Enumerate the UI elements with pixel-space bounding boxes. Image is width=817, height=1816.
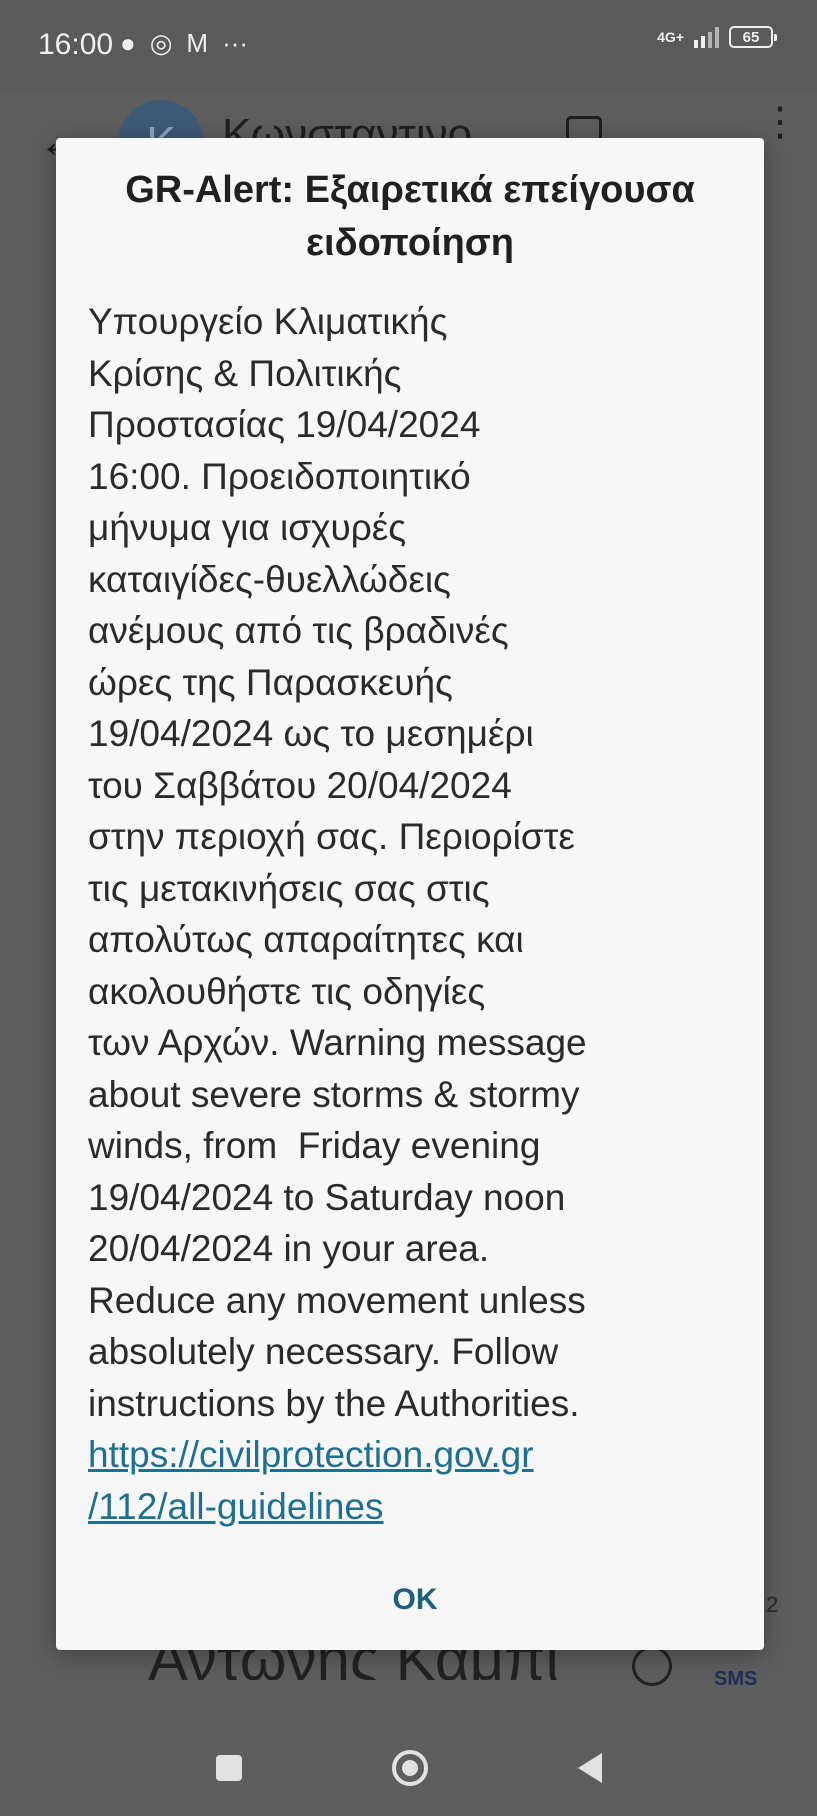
message-line: ανέμους από τις βραδινές xyxy=(88,610,509,651)
message-line: 19/04/2024 ως το μεσημέρι xyxy=(88,713,534,754)
notification-icons: ● ◎ M ··· xyxy=(120,26,248,60)
alert-message-body: Υπουργείο Κλιματικής Κρίσης & Πολιτικής … xyxy=(88,296,748,1532)
message-line: στην περιοχή σας. Περιορίστε xyxy=(88,816,575,857)
message-line: instructions by the Authorities. xyxy=(88,1382,580,1424)
recents-icon[interactable] xyxy=(215,1755,242,1781)
more-notifications-icon: ··· xyxy=(222,28,249,58)
message-line: Υπουργείο Κλιματικής xyxy=(88,301,448,342)
message-line: Προστασίας 19/04/2024 xyxy=(88,404,481,445)
message-line: ακολουθήστε τις οδηγίες xyxy=(88,970,486,1012)
message-line: absolutely necessary. Follow xyxy=(88,1331,559,1372)
message-line: Reduce any movement unless xyxy=(88,1279,586,1321)
message-line: 19/04/2024 to Saturday noon xyxy=(88,1176,566,1218)
message-line: μήνυμα για ισχυρές xyxy=(88,507,407,548)
battery-icon: 65 xyxy=(729,26,777,48)
ok-button[interactable]: OK xyxy=(370,1570,460,1630)
guidelines-link[interactable]: https://civilprotection.gov.gr /112/all-… xyxy=(88,1434,534,1527)
message-line: των Αρχών. Warning message xyxy=(88,1022,587,1063)
message-line: του Σαββάτου 20/04/2024 xyxy=(88,764,512,806)
chat-bubble-icon: ● xyxy=(120,28,136,58)
emoji-icon[interactable] xyxy=(632,1646,672,1686)
link-line[interactable]: /112/all-guidelines xyxy=(88,1486,384,1527)
message-line: απολύτως απαραίτητες και xyxy=(88,919,524,960)
status-indicators: 4G+ 65 xyxy=(657,26,777,48)
dialog-title: GR-Alert: Εξαιρετικά επείγουσα ειδοποίησ… xyxy=(125,169,695,264)
status-time: 16:00 xyxy=(38,28,114,61)
send-sms-button[interactable]: SMS xyxy=(714,1668,757,1691)
more-options-icon[interactable]: ⋮ xyxy=(760,102,800,142)
link-line[interactable]: https://civilprotection.gov.gr xyxy=(88,1434,534,1475)
message-line: ώρες της Παρασκευής xyxy=(88,661,453,703)
whatsapp-icon: ◎ xyxy=(149,28,173,58)
message-count: 2 xyxy=(766,1592,779,1617)
message-line: τις μετακινήσεις σας στις xyxy=(88,867,490,909)
battery-level: 65 xyxy=(742,28,760,46)
message-composer: 2 Αντώνης Καμπι SMS xyxy=(0,1592,817,1720)
message-line: Κρίσης & Πολιτικής xyxy=(88,352,402,394)
navigation-bar xyxy=(0,1720,817,1816)
back-triangle-icon[interactable] xyxy=(577,1753,602,1783)
signal-icon xyxy=(694,26,719,48)
message-line: καταιγίδες-θυελλώδεις xyxy=(88,558,451,600)
message-line: 16:00. Προειδοποιητικό xyxy=(88,455,471,497)
gmail-icon: M xyxy=(186,28,209,58)
message-line: about severe storms & stormy xyxy=(88,1073,580,1115)
network-type: 4G+ xyxy=(657,29,684,45)
emergency-alert-dialog: GR-Alert: Εξαιρετικά επείγουσα ειδοποίησ… xyxy=(56,138,764,1650)
status-bar: 16:00 ● ◎ M ··· 4G+ 65 xyxy=(0,0,817,92)
message-line: winds, from Friday evening xyxy=(88,1125,541,1166)
message-line: 20/04/2024 in your area. xyxy=(88,1228,490,1269)
home-icon[interactable] xyxy=(391,1750,428,1786)
